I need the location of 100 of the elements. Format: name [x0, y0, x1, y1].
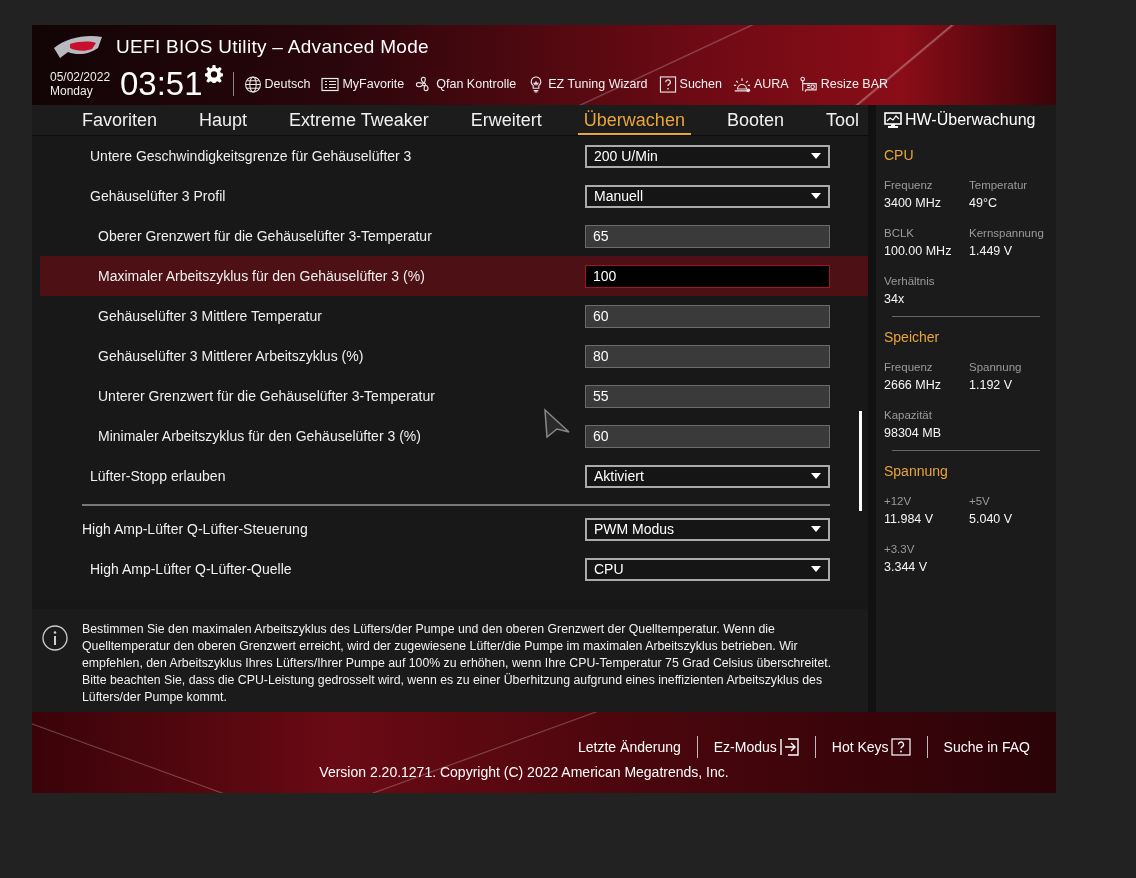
tab[interactable]: Extreme Tweaker	[283, 105, 435, 135]
metric-value: 5.040 V	[969, 512, 1014, 526]
metric-label: Kapazität	[884, 409, 933, 421]
setting-label: Unterer Grenzwert für die Gehäuselüfter 3-Temperatur	[98, 388, 436, 404]
toolbar-item[interactable]: AURA	[732, 75, 789, 93]
metric-value: 3.344 V	[884, 560, 929, 574]
setting-row[interactable]: Untere Geschwindigkeitsgrenze für Gehäuselüfter 3 200 U/Min	[40, 136, 868, 176]
setting-row[interactable]: High Amp-Lüfter Q-Lüfter-Steuerung PWM Modus	[32, 509, 868, 549]
metric-value: 2666 MHz	[884, 378, 942, 392]
metric-label: +12V	[884, 495, 913, 507]
expansion-card-icon	[799, 75, 818, 93]
logo-icon	[52, 34, 104, 60]
metric-label: BCLK	[884, 227, 916, 239]
metric-value: 100.00 MHz	[884, 244, 953, 258]
dropdown[interactable]: 200 U/Min	[585, 144, 830, 168]
metric-label: Frequenz	[884, 361, 934, 373]
setting-label: Untere Geschwindigkeitsgrenze für Gehäuselüfter 3	[90, 148, 413, 164]
setting-label: High Amp-Lüfter Q-Lüfter-Quelle	[90, 561, 293, 577]
metric-value: 1.192 V	[969, 378, 1014, 392]
number-field[interactable]: 55	[585, 384, 830, 408]
metric-value: 34x	[884, 292, 906, 306]
setting-row[interactable]: Maximaler Arbeitszyklus für den Gehäuselüfter 3 (%) 100	[40, 256, 868, 296]
setting-row[interactable]: Gehäuselüfter 3 Profil Manuell	[40, 176, 868, 216]
metric-value: 11.984 V	[884, 512, 935, 526]
toolbar-item[interactable]: EZ Tuning Wizard	[527, 75, 648, 93]
dropdown[interactable]: PWM Modus	[585, 517, 830, 541]
setting-label: Minimaler Arbeitszyklus für den Gehäuselüfter 3 (%)	[98, 428, 422, 444]
toolbar-item[interactable]: Qfan Kontrolle	[415, 75, 517, 93]
settings-icon[interactable]	[204, 65, 223, 83]
window-title: UEFI BIOS Utility – Advanced Mode	[116, 36, 429, 58]
metric-label: Spannung	[969, 361, 1023, 373]
globe-icon	[243, 75, 262, 93]
setting-label: Maximaler Arbeitszyklus für den Gehäuselüfter 3 (%)	[98, 268, 426, 284]
number-field[interactable]: 60	[585, 304, 830, 328]
panel-title: HW-Überwachung	[905, 111, 1036, 129]
help-icon	[658, 75, 677, 93]
setting-row[interactable]: Gehäuselüfter 3 Mittlere Temperatur 60	[40, 296, 868, 336]
caret-icon	[811, 193, 821, 199]
metric-label: +5V	[969, 495, 991, 507]
setting-row[interactable]: Gehäuselüfter 3 Mittlerer Arbeitszyklus (%) 80	[40, 336, 868, 376]
tab[interactable]: Haupt	[193, 105, 254, 135]
setting-row[interactable]: Unterer Grenzwert für die Gehäuselüfter 3-Temperatur 55	[40, 376, 868, 416]
section-heading: Speicher	[884, 329, 941, 345]
caret-icon	[811, 153, 821, 159]
metric-label: +3.3V	[884, 543, 916, 555]
exit-icon	[778, 738, 799, 756]
tab[interactable]: Favoriten	[76, 105, 164, 135]
dropdown[interactable]: Manuell	[585, 184, 830, 208]
number-field[interactable]: 60	[585, 424, 830, 448]
info-icon	[42, 625, 68, 651]
setting-label: Gehäuselüfter 3 Profil	[90, 188, 227, 204]
setting-label: Gehäuselüfter 3 Mittlerer Arbeitszyklus (%)	[98, 348, 365, 364]
toolbar-item[interactable]: MyFavorite	[321, 75, 405, 93]
cursor-icon	[543, 408, 571, 440]
dropdown[interactable]: Aktiviert	[585, 464, 830, 488]
help-text: Bestimmen Sie den maximalen Arbeitszyklus des Lüfters/der Pumpe und den oberen Grenzwert der Quelltemperatur. Wenn die Quelltemperatur den oberen Grenzwert erreicht, wird der zugewiesene Lüfter/die Pumpe im maximalen Arbeitszyklus betrieben. Wir empfehlen, den Arbeitszyklus Ihres Lüfters/Ihrer Pumpe auf 100% zu erhöhen, wenn Ihre CPU-Temperatur 75 Grad Celsius überschreitet. Bitte beachten Sie, dass die CPU-Leistung gedrosselt wird, wenn es zu einer Überhitzung aufgrund eines ineffizienten Arbeitszyklus des Lüfters/der Pumpe kommt.	[82, 621, 833, 706]
caret-icon	[811, 566, 821, 572]
toolbar-item[interactable]: Resize BAR	[799, 75, 889, 93]
section-heading: CPU	[884, 147, 915, 163]
metric-label: Verhältnis	[884, 275, 936, 287]
dropdown[interactable]: CPU	[585, 557, 830, 581]
setting-row[interactable]: Oberer Grenzwert für die Gehäuselüfter 3-Temperatur 65	[40, 216, 868, 256]
version-text: Version 2.20.1271. Copyright (C) 2022 American Megatrends, Inc.	[319, 764, 729, 780]
number-field[interactable]: 100	[585, 264, 830, 288]
setting-label: Lüfter-Stopp erlauben	[90, 468, 227, 484]
help-icon	[890, 738, 911, 756]
setting-label: Oberer Grenzwert für die Gehäuselüfter 3-Temperatur	[98, 228, 433, 244]
toolbar-item[interactable]: Suchen	[658, 75, 722, 93]
metric-value: 98304 MB	[884, 426, 942, 440]
metric-label: Temperatur	[969, 179, 1029, 191]
clock-time: 03:51	[120, 67, 203, 101]
scrollbar[interactable]	[859, 411, 862, 511]
number-field[interactable]: 80	[585, 344, 830, 368]
list-icon	[321, 75, 340, 93]
metric-label: Frequenz	[884, 179, 934, 191]
tab[interactable]: Tool	[819, 105, 865, 135]
setting-label: Gehäuselüfter 3 Mittlere Temperatur	[98, 308, 323, 324]
footer-link[interactable]: Hot Keys	[815, 738, 927, 756]
setting-label: High Amp-Lüfter Q-Lüfter-Steuerung	[82, 521, 309, 537]
setting-row[interactable]: Minimaler Arbeitszyklus für den Gehäuselüfter 3 (%) 60	[40, 416, 868, 456]
tab[interactable]: Erweitert	[464, 105, 548, 135]
day-text: Monday	[50, 84, 94, 98]
toolbar-item[interactable]: Deutsch	[243, 75, 311, 93]
setting-row[interactable]: High Amp-Lüfter Q-Lüfter-Quelle CPU	[32, 549, 868, 589]
footer-link[interactable]: Suche in FAQ	[927, 739, 1046, 755]
metric-label: Kernspannung	[969, 227, 1045, 239]
footer-link[interactable]: Letzte Änderung	[562, 739, 697, 755]
caret-icon	[811, 526, 821, 532]
monitor-icon	[884, 111, 902, 129]
number-field[interactable]: 65	[585, 224, 830, 248]
footer-link[interactable]: Ez-Modus	[697, 738, 815, 756]
tab[interactable]: Booten	[720, 105, 790, 135]
date-text: 05/02/2022	[50, 70, 112, 84]
caret-icon	[811, 473, 821, 479]
section-heading: Spannung	[884, 463, 949, 479]
metric-value: 1.449 V	[969, 244, 1014, 258]
lamp-icon	[732, 75, 751, 93]
metric-value: 49°C	[969, 196, 998, 210]
setting-row[interactable]: Lüfter-Stopp erlauben Aktiviert	[40, 456, 868, 496]
metric-value: 3400 MHz	[884, 196, 942, 210]
